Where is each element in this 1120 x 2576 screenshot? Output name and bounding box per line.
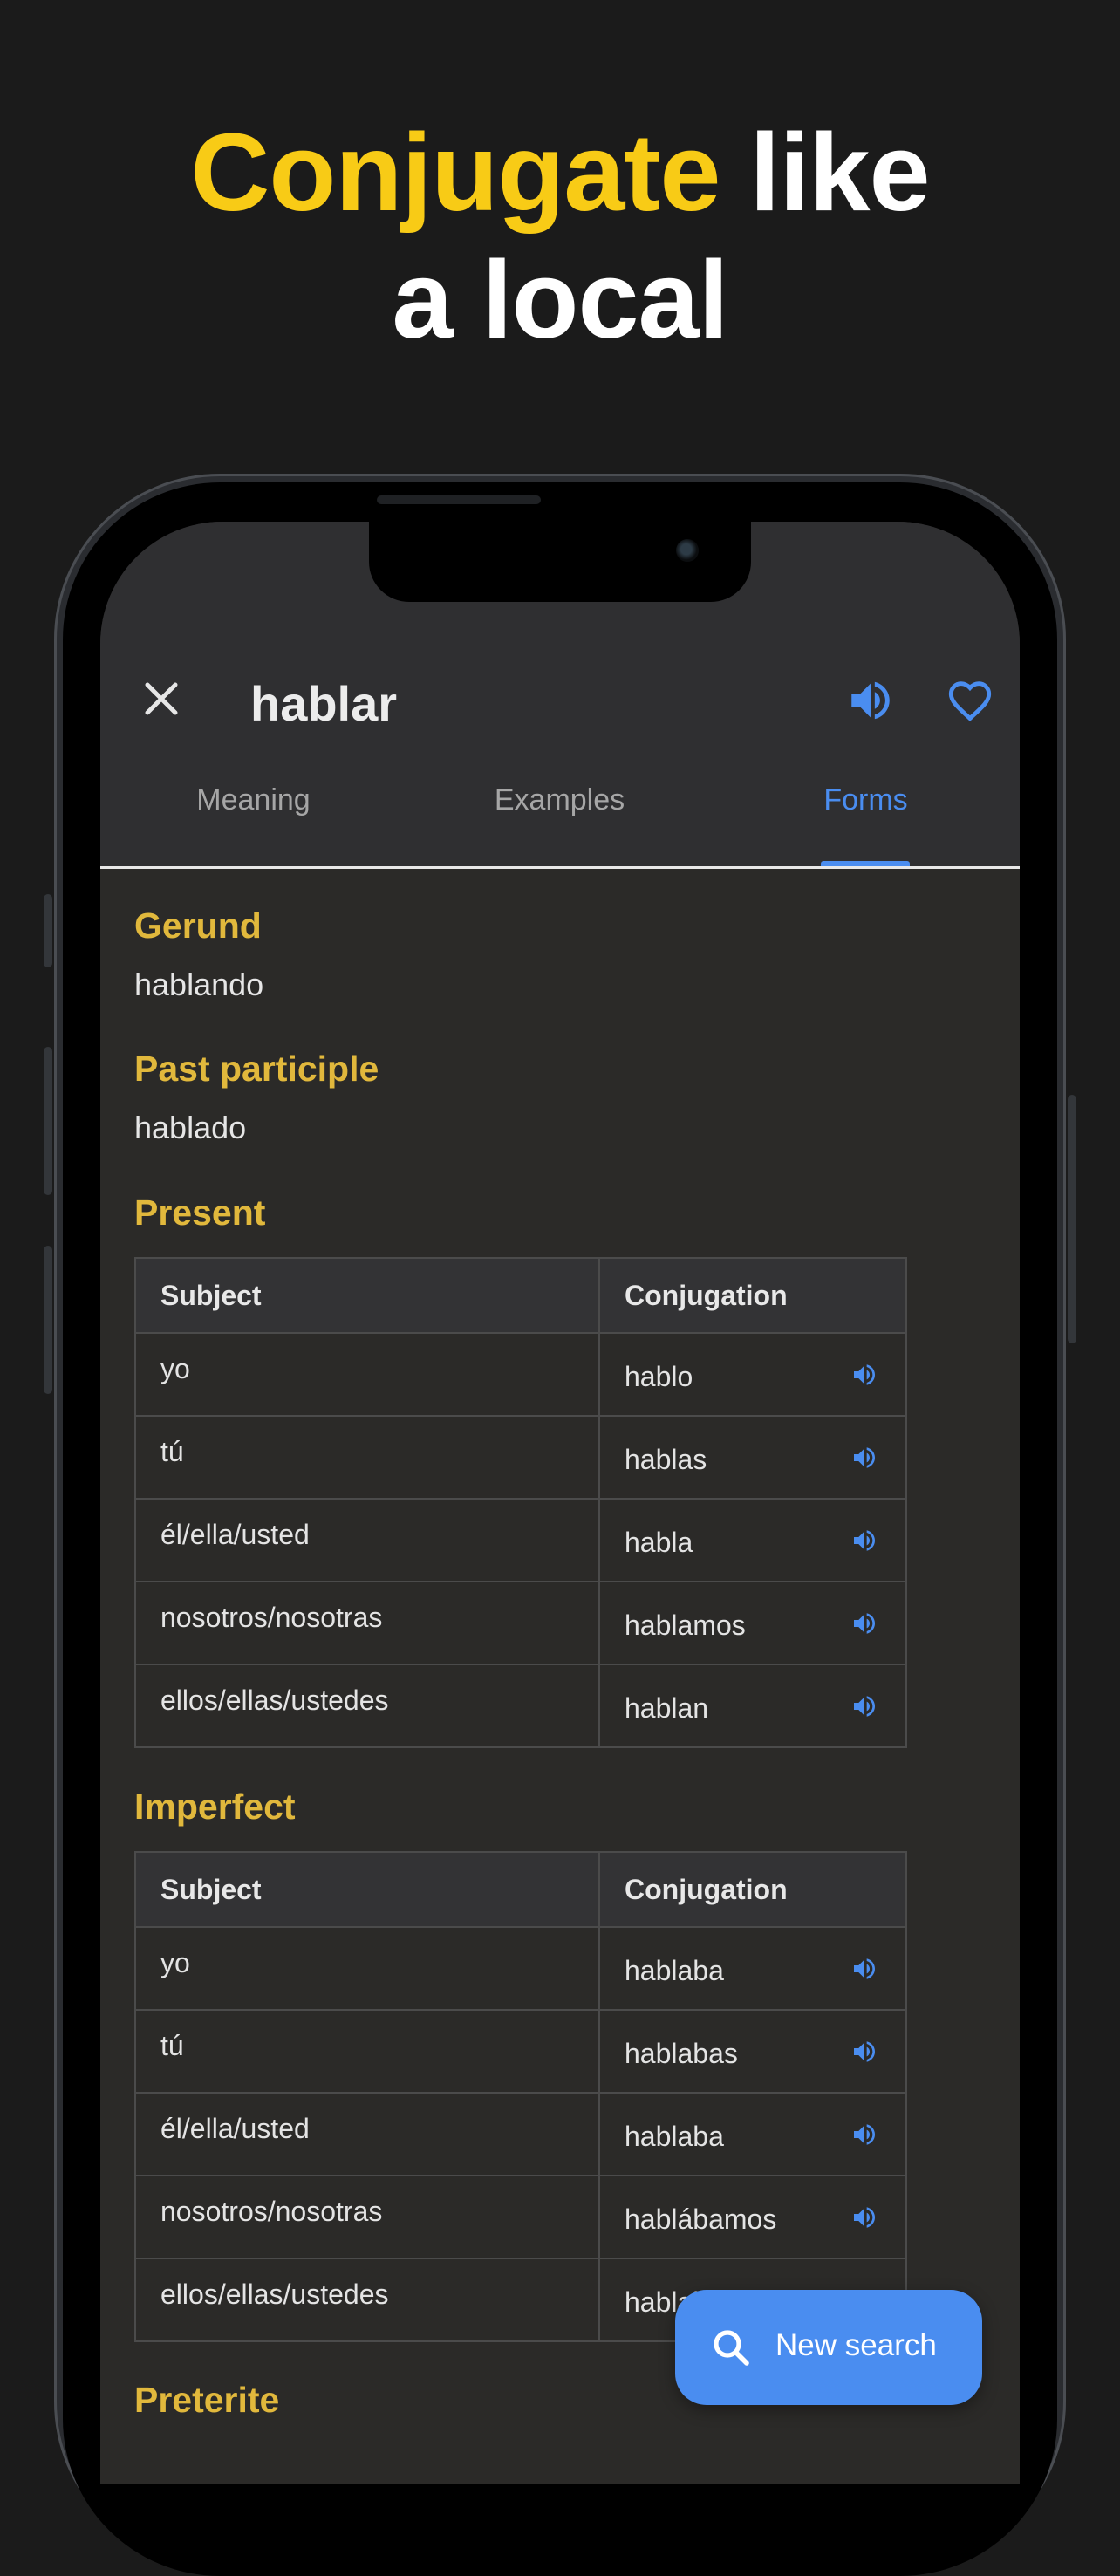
conjugation-header: Conjugation [625,1873,788,1905]
imperfect-heading: Imperfect [134,1787,296,1827]
volume-down-button [44,1246,52,1394]
headline-part2: like [720,111,930,234]
speaker-icon[interactable] [850,2204,879,2231]
conjugation-text: hablan [625,1692,709,1724]
tab-examples[interactable]: Examples [406,775,713,866]
conjugation-text: habla [625,1527,693,1558]
table-row: tú hablas [136,1415,905,1498]
speaker-icon[interactable] [850,1955,879,1983]
subject-cell: yo [136,1334,600,1415]
conjugation-cell: hablamos [600,1582,905,1664]
conjugation-text: hablabas [625,2038,738,2069]
subject-header: Subject [136,1259,600,1332]
earpiece-speaker [377,495,541,504]
conjugation-cell: hablo [600,1334,905,1415]
subject-cell: tú [136,1417,600,1498]
conjugation-cell: hablabas [600,2011,905,2092]
tab-divider [100,866,1020,869]
table-header-row: Subject Conjugation [136,1853,905,1926]
speaker-icon[interactable] [850,1444,879,1472]
conjugation-cell: hablas [600,1417,905,1498]
speaker-icon[interactable] [850,1527,879,1554]
imperfect-table: Subject Conjugation yo hablaba tú hablabas él/… [134,1851,907,2342]
preterite-heading: Preterite [134,2380,280,2420]
conjugation-cell: hablábamos [600,2176,905,2258]
gerund-heading: Gerund [134,905,262,946]
conjugation-text: hablo [625,1361,693,1392]
new-search-button[interactable]: New search [675,2290,982,2405]
subject-cell: ellos/ellas/ustedes [136,2259,600,2340]
tab-bar: Meaning Examples Forms [100,775,1020,866]
pronounce-button[interactable] [845,675,896,726]
tab-meaning[interactable]: Meaning [100,775,406,866]
word-title: hablar [250,676,398,731]
close-icon [145,682,178,715]
new-search-label: New search [775,2328,937,2362]
subject-cell: yo [136,1928,600,2009]
table-header-row: Subject Conjugation [136,1259,905,1332]
front-camera [676,539,699,562]
subject-cell: él/ella/usted [136,2094,600,2175]
app-screen: hablar Meaning Examples Forms Gerund hab… [100,522,1020,2484]
table-row: yo hablaba [136,1926,905,2009]
subject-cell: tú [136,2011,600,2092]
present-table: Subject Conjugation yo hablo tú hablas él/ella… [134,1257,907,1748]
search-icon [714,2330,749,2366]
conjugation-text: hablamos [625,1609,746,1641]
speaker-icon[interactable] [850,1609,879,1637]
conjugation-cell: hablaba [600,2094,905,2175]
marketing-headline: Conjugate like a local [0,109,1120,364]
past-participle-value: hablado [134,1110,247,1145]
notch [369,522,751,602]
close-button[interactable] [135,673,188,725]
table-row: él/ella/usted habla [136,1498,905,1581]
present-heading: Present [134,1192,266,1233]
headline-part3: a local [392,238,728,361]
conjugation-cell: hablaba [600,1928,905,2009]
power-button [1068,1095,1076,1343]
favorite-button[interactable] [945,675,995,726]
speaker-icon[interactable] [850,1692,879,1720]
past-participle-heading: Past participle [134,1049,379,1089]
table-row: él/ella/usted hablaba [136,2092,905,2175]
gerund-value: hablando [134,967,264,1002]
speaker-icon[interactable] [850,2121,879,2149]
subject-header: Subject [136,1853,600,1926]
mute-switch [44,894,52,967]
table-row: yo hablo [136,1332,905,1415]
conjugation-text: hablaba [625,2121,724,2152]
speaker-icon[interactable] [850,1361,879,1389]
table-row: ellos/ellas/ustedes hablan [136,1664,905,1746]
tab-forms[interactable]: Forms [713,775,1019,866]
headline-accent: Conjugate [190,111,720,234]
speaker-icon[interactable] [850,2038,879,2066]
subject-cell: nosotros/nosotras [136,2176,600,2258]
conjugation-text: hablas [625,1444,707,1475]
table-row: nosotros/nosotras hablamos [136,1581,905,1664]
table-row: tú hablabas [136,2009,905,2092]
subject-cell: él/ella/usted [136,1500,600,1581]
volume-up-button [44,1047,52,1195]
conjugation-text: hablábamos [625,2204,777,2235]
conjugation-cell: habla [600,1500,905,1581]
heart-icon [948,681,992,721]
table-row: nosotros/nosotras hablábamos [136,2175,905,2258]
conjugation-cell: hablan [600,1665,905,1746]
subject-cell: nosotros/nosotras [136,1582,600,1664]
subject-cell: ellos/ellas/ustedes [136,1665,600,1746]
conjugation-text: hablaba [625,1955,724,1986]
conjugation-header: Conjugation [625,1279,788,1311]
speaker-icon [851,681,890,720]
